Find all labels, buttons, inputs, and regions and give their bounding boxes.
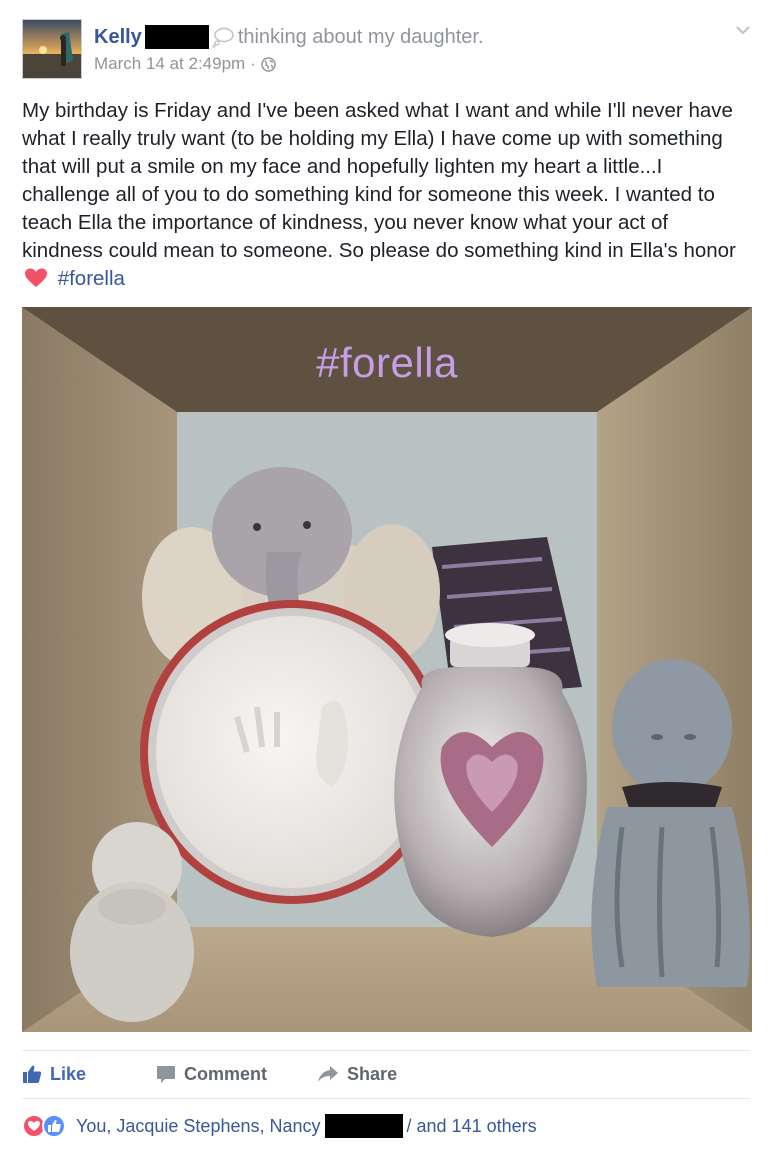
like-button[interactable]: Like: [22, 1064, 86, 1085]
avatar-image: [23, 20, 81, 78]
comment-button[interactable]: Comment: [156, 1064, 267, 1085]
post-body-text: My birthday is Friday and I've been aske…: [22, 99, 736, 262]
share-arrow-icon: [318, 1066, 339, 1082]
reactors-names[interactable]: You, Jacquie Stephens, Nancy: [76, 1116, 321, 1137]
redacted-surname-bar: [144, 25, 209, 49]
share-label: Share: [347, 1063, 398, 1084]
post-actions: Like Comment Share: [22, 1059, 750, 1089]
author-name[interactable]: Kelly: [94, 25, 142, 49]
post-meta: March 14 at 2:49pm ·: [94, 54, 276, 74]
chevron-down-icon[interactable]: [734, 23, 752, 37]
actions-bottom-divider: [22, 1098, 750, 1099]
author-line: Kelly thinking about my daughter.: [94, 25, 484, 49]
like-label: Like: [50, 1063, 87, 1084]
photo-image: [22, 307, 752, 1032]
hashtag-link[interactable]: #forella: [58, 267, 125, 290]
reactions-summary[interactable]: You, Jacquie Stephens, Nancy / and 141 o…: [22, 1112, 750, 1140]
reactors-others[interactable]: / and 141 others: [407, 1116, 537, 1137]
activity-text: thinking about my daughter.: [237, 26, 484, 48]
thought-bubble-icon: [211, 26, 235, 48]
post-body: My birthday is Friday and I've been aske…: [22, 97, 750, 293]
post-photo[interactable]: #forella: [22, 307, 752, 1032]
thumbs-up-icon: [23, 1065, 42, 1083]
meta-separator: ·: [250, 54, 256, 73]
post-timestamp[interactable]: March 14 at 2:49pm: [94, 54, 245, 74]
globe-icon[interactable]: [261, 56, 276, 72]
reaction-icons: [22, 1114, 72, 1138]
like-reaction-icon: [42, 1114, 66, 1138]
heart-icon: [24, 267, 48, 289]
share-button[interactable]: Share: [317, 1064, 397, 1085]
redacted-surname-bar: [324, 1114, 403, 1138]
author-avatar[interactable]: [22, 19, 82, 79]
comment-label: Comment: [184, 1063, 268, 1084]
photo-caption: #forella: [316, 339, 458, 386]
actions-top-divider: [22, 1050, 750, 1051]
comment-icon: [157, 1066, 176, 1083]
post-header: Kelly thinking about my daughter. March …: [22, 19, 752, 81]
